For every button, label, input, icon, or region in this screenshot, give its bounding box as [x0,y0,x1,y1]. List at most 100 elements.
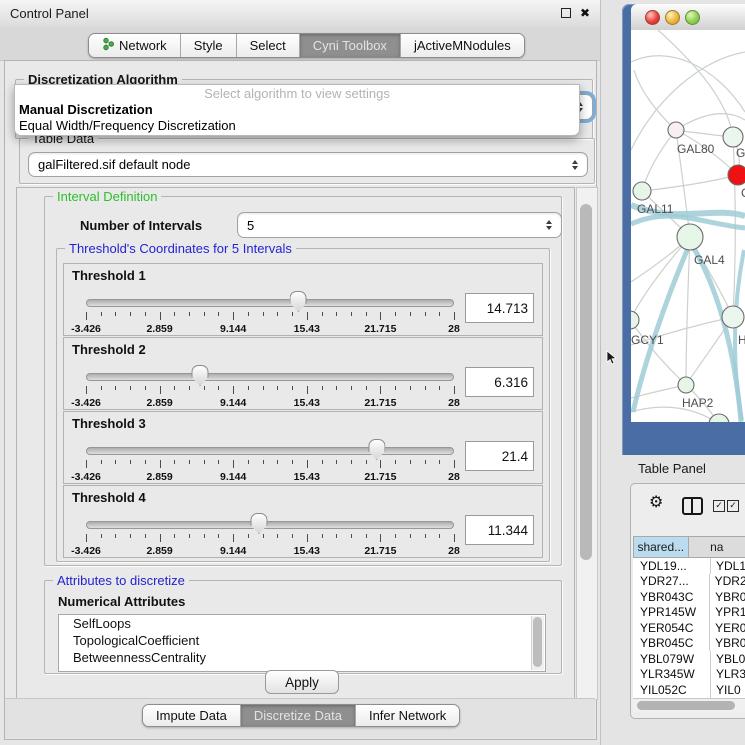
checkbox-column-icon[interactable]: ✓ [713,500,725,512]
network-node[interactable] [631,311,639,329]
tab-cyni-toolbox[interactable]: Cyni Toolbox [300,34,401,57]
tick-mark [115,460,116,464]
cell-shared-name[interactable]: YIL052C [633,683,710,697]
table-row[interactable]: YBR045CYBR0 [633,636,745,652]
network-window-titlebar[interactable] [631,4,745,31]
group-title: Interval Definition [53,189,161,204]
cell-shared-name[interactable]: YER054C [633,621,709,635]
slider-track[interactable] [86,521,454,529]
tab-select[interactable]: Select [237,34,300,57]
cell-name[interactable]: YLR3 [710,667,745,683]
cell-name[interactable]: YDR2 [709,574,745,590]
apply-button[interactable]: Apply [265,670,339,694]
tab-jactivemnodules[interactable]: jActiveMNodules [401,34,524,57]
threshold-slider[interactable]: -3.4262.8599.14415.4321.71528 [86,513,454,555]
network-node[interactable] [668,122,684,138]
cell-name[interactable]: YIL0 [710,682,741,698]
cell-shared-name[interactable]: YLR345W [633,667,710,681]
tick-mark [86,312,87,320]
cell-name[interactable]: YDL1 [710,558,745,574]
list-scrollbar[interactable] [531,616,544,670]
slider-thumb[interactable] [192,365,209,386]
scrollbar-thumb[interactable] [580,204,592,560]
network-node[interactable] [728,165,745,185]
table-row[interactable]: YLR345WYLR3 [633,667,745,683]
slider-track[interactable] [86,299,454,307]
vertical-scrollbar[interactable] [576,187,598,700]
tab-impute-data[interactable]: Impute Data [143,705,241,726]
table-panel-title: Table Panel [638,461,706,476]
tick-mark [454,312,455,320]
table-row[interactable]: YPR145WYPR1 [633,605,745,621]
attribute-list-item[interactable]: BetweennessCentrality [59,649,545,666]
float-window-icon[interactable] [561,8,571,18]
cell-name[interactable]: YPR1 [709,605,745,621]
network-node[interactable] [633,182,651,200]
network-node[interactable] [677,224,703,250]
table-row[interactable]: YDR27...YDR2 [633,574,745,590]
cell-shared-name[interactable]: YBR043C [633,590,709,604]
slider-track[interactable] [86,373,454,381]
network-node[interactable] [722,306,744,328]
network-node[interactable] [709,414,729,422]
cell-shared-name[interactable]: YDL19... [633,559,710,573]
popup-item[interactable]: Manual Discretization [15,102,579,118]
network-graph[interactable]: GAL80GACGAL11GAL4GCY1HHAP2 [631,30,745,422]
tick-mark [174,534,175,538]
table-row[interactable]: YBR043CYBR0 [633,589,745,605]
cell-shared-name[interactable]: YPR145W [633,605,709,619]
tab-discretize-data[interactable]: Discretize Data [241,705,356,726]
cell-name[interactable]: YER0 [709,620,745,636]
close-traffic-light-icon[interactable] [645,10,660,25]
split-columns-icon[interactable] [682,497,703,515]
threshold-value-field[interactable]: 11.344 [465,515,534,545]
table-row[interactable]: YBL079WYBL0 [633,651,745,667]
attribute-list-item[interactable]: SelfLoops [59,615,545,632]
column-header-shared-name[interactable]: shared... [633,536,689,558]
threshold-slider[interactable]: -3.4262.8599.14415.4321.71528 [86,439,454,481]
tick-mark [425,460,426,464]
tick-mark [204,386,205,390]
table-data-combobox[interactable]: galFiltered.sif default node [28,152,588,177]
slider-thumb[interactable] [250,513,267,534]
number-of-intervals-combobox[interactable]: 5 [237,212,562,238]
cell-shared-name[interactable]: YBR045C [633,636,709,650]
cell-name[interactable]: YBR0 [709,589,745,605]
tick-mark [351,312,352,316]
tick-mark [395,386,396,390]
slider-thumb[interactable] [368,439,385,460]
scrollbar-thumb[interactable] [637,701,735,710]
table-row[interactable]: YIL052CYIL0 [633,682,745,698]
tab-network[interactable]: Network [89,34,181,57]
tab-infer-network[interactable]: Infer Network [356,705,459,726]
gear-icon[interactable]: ⚙ [649,494,663,510]
numerical-attributes-list[interactable]: SelfLoopsTopologicalCoefficientBetweenne… [58,614,546,672]
threshold-value-field[interactable]: 21.4 [465,441,534,471]
node-label: GAL80 [677,142,715,156]
network-node[interactable] [723,127,743,147]
slider-track[interactable] [86,447,454,455]
threshold-slider[interactable]: -3.4262.8599.14415.4321.71528 [86,365,454,407]
network-node[interactable] [678,377,694,393]
checkbox-column-icon[interactable]: ✓ [727,500,739,512]
tick-mark [277,460,278,464]
threshold-value-field[interactable]: 14.713 [465,293,534,323]
zoom-traffic-light-icon[interactable] [685,10,700,25]
cell-shared-name[interactable]: YBL079W [633,652,710,666]
close-icon[interactable]: ✖ [580,8,590,18]
tab-style[interactable]: Style [181,34,237,57]
horizontal-scrollbar[interactable] [633,698,745,712]
table-row[interactable]: YER054CYER0 [633,620,745,636]
threshold-slider[interactable]: -3.4262.8599.14415.4321.71528 [86,291,454,333]
threshold-value-field[interactable]: 6.316 [465,367,534,397]
cell-shared-name[interactable]: YDR27... [633,574,709,588]
minimize-traffic-light-icon[interactable] [665,10,680,25]
popup-item[interactable]: Equal Width/Frequency Discretization [15,118,579,134]
attribute-list-item[interactable]: TopologicalCoefficient [59,632,545,649]
slider-thumb[interactable] [290,291,307,312]
table-row[interactable]: YDL19...YDL1 [633,558,745,574]
scrollbar-thumb[interactable] [533,617,542,667]
cell-name[interactable]: YBL0 [710,651,745,667]
column-header-name[interactable]: na [689,536,745,558]
cell-name[interactable]: YBR0 [709,636,745,652]
